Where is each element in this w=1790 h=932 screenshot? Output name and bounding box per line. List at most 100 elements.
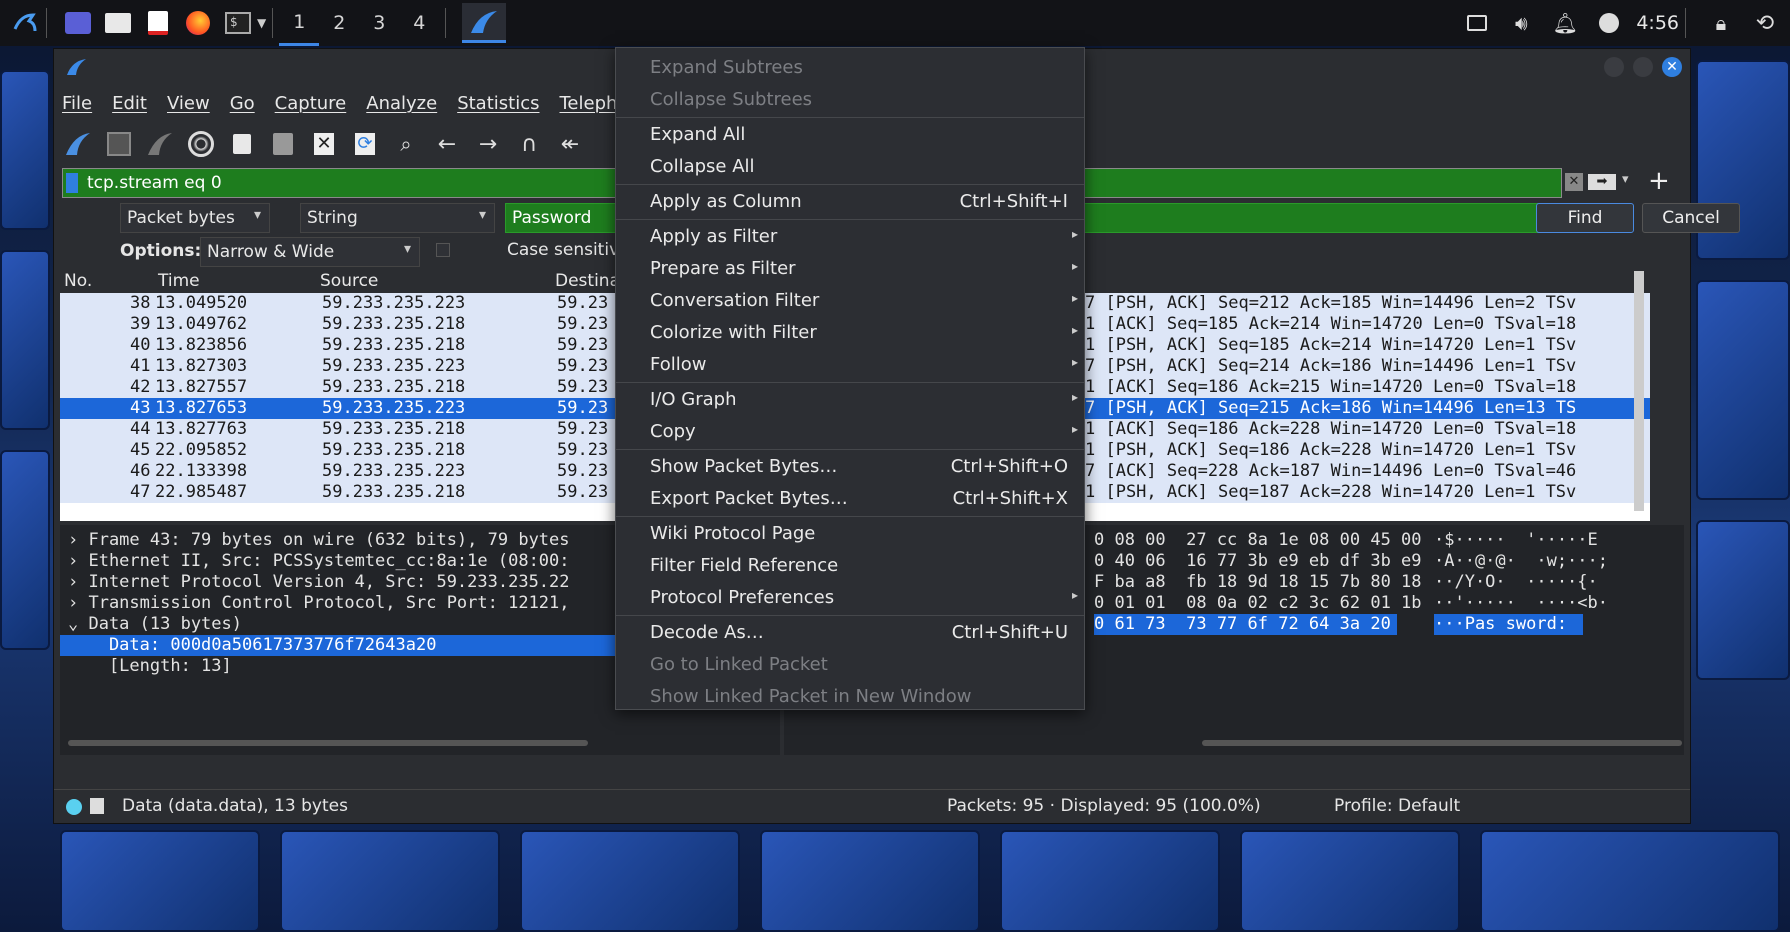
reload-file-icon[interactable]: ⟳ [349,128,381,160]
menu-analyze[interactable]: Analyze [366,93,437,114]
menu-item-copy[interactable]: Copy ▸ [616,416,1084,448]
bytes-ascii-row[interactable]: ··/Y·O· ·····{· [1434,572,1598,593]
volume-icon[interactable]: 🔊︎ [1506,8,1536,38]
menu-item-show-packet-bytes[interactable]: Show Packet Bytes… Ctrl+Shift+O [616,451,1084,483]
firefox-icon[interactable] [183,8,213,38]
apply-filter-icon[interactable]: ➡ [1588,174,1616,190]
restart-capture-icon[interactable] [144,128,176,160]
close-file-icon[interactable]: ✕ [308,128,340,160]
logout-icon[interactable]: ⟲ [1750,8,1780,38]
find-packet-icon[interactable]: ⌕ [390,128,422,160]
menu-item-expand-subtrees: Expand Subtrees [616,52,1084,84]
terminal-icon[interactable]: $ [223,8,253,38]
lock-icon[interactable]: 🔒︎ [1706,8,1736,38]
menu-item-apply-as-column[interactable]: Apply as Column Ctrl+Shift+I [616,186,1084,218]
capture-options-icon[interactable] [185,128,217,160]
wireshark-task-icon[interactable] [462,3,507,43]
menu-item-colorize-with-filter[interactable]: Colorize with Filter ▸ [616,317,1084,349]
packet-no: 46 [130,461,151,481]
go-first-packet-icon[interactable]: ↞ [554,128,586,160]
column-destination[interactable]: Destina [555,271,620,291]
character-width-select[interactable]: Narrow & Wide [200,237,420,267]
menu-item-follow[interactable]: Follow ▸ [616,349,1084,381]
menu-item-decode-as[interactable]: Decode As… Ctrl+Shift+U [616,617,1084,649]
status-packets: Packets: 95 · Displayed: 95 (100.0%) [947,796,1261,816]
bytes-ascii-row[interactable]: ··'····· ····<b· [1434,593,1608,614]
menu-capture[interactable]: Capture [275,93,347,114]
menu-item-collapse-all[interactable]: Collapse All [616,151,1084,183]
clock[interactable]: 4:56 [1636,12,1679,34]
search-in-select[interactable]: Packet bytes [120,203,270,233]
bytes-ascii-row-highlighted[interactable]: ···Pas sword: [1434,614,1584,635]
terminal-app-icon[interactable] [63,8,93,38]
workspace-2[interactable]: 2 [319,12,359,34]
bytes-hex-row[interactable]: 0 08 00 27 cc 8a 1e 08 00 45 00 [1094,530,1422,551]
menu-item-protocol-preferences[interactable]: Protocol Preferences ▸ [616,582,1084,614]
workspace-3[interactable]: 3 [359,12,399,34]
filter-history-chevron-icon[interactable]: ▾ [1622,172,1629,187]
packet-list-scrollbar[interactable] [1634,271,1644,511]
file-manager-icon[interactable] [103,8,133,38]
column-no[interactable]: No. [64,271,92,291]
bytes-hex-row-highlighted[interactable]: 0 61 73 73 77 6f 72 64 3a 20 [1094,614,1397,635]
go-back-icon[interactable]: ← [431,128,463,160]
expert-info-icon[interactable] [66,799,82,815]
menu-item-wiki-protocol-page[interactable]: Wiki Protocol Page [616,518,1084,550]
menu-item-i-o-graph[interactable]: I/O Graph ▸ [616,384,1084,416]
find-button[interactable]: Find [1536,203,1634,233]
menu-edit[interactable]: Edit [112,93,147,114]
status-profile[interactable]: Profile: Default [1334,796,1460,816]
details-scrollbar[interactable] [68,740,588,746]
menu-item-conversation-filter[interactable]: Conversation Filter ▸ [616,285,1084,317]
context-menu: Expand Subtrees Collapse Subtrees Expand A… [615,47,1085,710]
desktop-tile [1696,520,1790,680]
menu-item-export-packet-bytes[interactable]: Export Packet Bytes… Ctrl+Shift+X [616,483,1084,515]
menu-item-collapse-subtrees: Collapse Subtrees [616,84,1084,116]
menu-go[interactable]: Go [230,93,255,114]
workspace-4[interactable]: 4 [399,12,439,34]
maximize-button[interactable] [1633,57,1653,77]
column-source[interactable]: Source [320,271,378,291]
bookmark-icon[interactable] [66,173,78,193]
bytes-hex-row[interactable]: F ba a8 fb 18 9d 18 15 7b 80 18 [1094,572,1422,593]
search-type-select[interactable]: String [300,203,495,233]
go-forward-icon[interactable]: → [472,128,504,160]
chevron-down-icon[interactable]: ▼ [257,16,266,30]
bytes-hex-row[interactable]: 0 40 06 16 77 3b e9 eb df 3b e9 [1094,551,1422,572]
open-file-icon[interactable] [226,128,258,160]
menu-item-expand-all[interactable]: Expand All [616,119,1084,151]
menu-item-prepare-as-filter[interactable]: Prepare as Filter ▸ [616,253,1084,285]
menu-statistics[interactable]: Statistics [457,93,539,114]
stop-capture-icon[interactable] [103,128,135,160]
packet-source: 59.233.235.218 [322,440,466,460]
text-editor-icon[interactable] [143,8,173,38]
packet-time: 13.827303 [155,356,248,376]
go-to-packet-icon[interactable]: ∩ [513,128,545,160]
menu-item-filter-field-reference[interactable]: Filter Field Reference [616,550,1084,582]
save-file-icon[interactable] [267,128,299,160]
menu-item-apply-as-filter[interactable]: Apply as Filter ▸ [616,221,1084,253]
close-button[interactable]: ✕ [1662,57,1682,77]
menu-item-label: Filter Field Reference [650,555,839,576]
menu-file[interactable]: File [62,93,92,114]
capture-comment-icon[interactable] [90,798,104,814]
add-filter-button-icon[interactable]: + [1648,166,1670,196]
menu-view[interactable]: View [167,93,210,114]
start-capture-icon[interactable] [62,128,94,160]
display-icon[interactable] [1462,8,1492,38]
minimize-button[interactable] [1604,57,1624,77]
bytes-hex-row[interactable]: 0 01 01 08 0a 02 c2 3c 62 01 1b [1094,593,1422,614]
column-time[interactable]: Time [158,271,200,291]
clear-filter-icon[interactable]: ✕ [1565,173,1583,191]
notification-bell-icon[interactable]: 🔔︎ [1550,8,1580,38]
case-sensitive-checkbox[interactable] [436,243,450,257]
bytes-scrollbar[interactable] [1202,740,1682,746]
cancel-button[interactable]: Cancel [1642,203,1740,233]
bytes-ascii-row[interactable]: ·A··@·@· ·w;···; [1434,551,1608,572]
packet-destination: 59.23 [557,461,609,481]
bytes-ascii-row[interactable]: ·$····· '·····E [1434,530,1598,551]
packet-time: 13.049520 [155,293,248,313]
power-manager-icon[interactable] [1594,8,1624,38]
workspace-1[interactable]: 1 [279,0,320,46]
kali-menu-icon[interactable] [10,8,40,38]
